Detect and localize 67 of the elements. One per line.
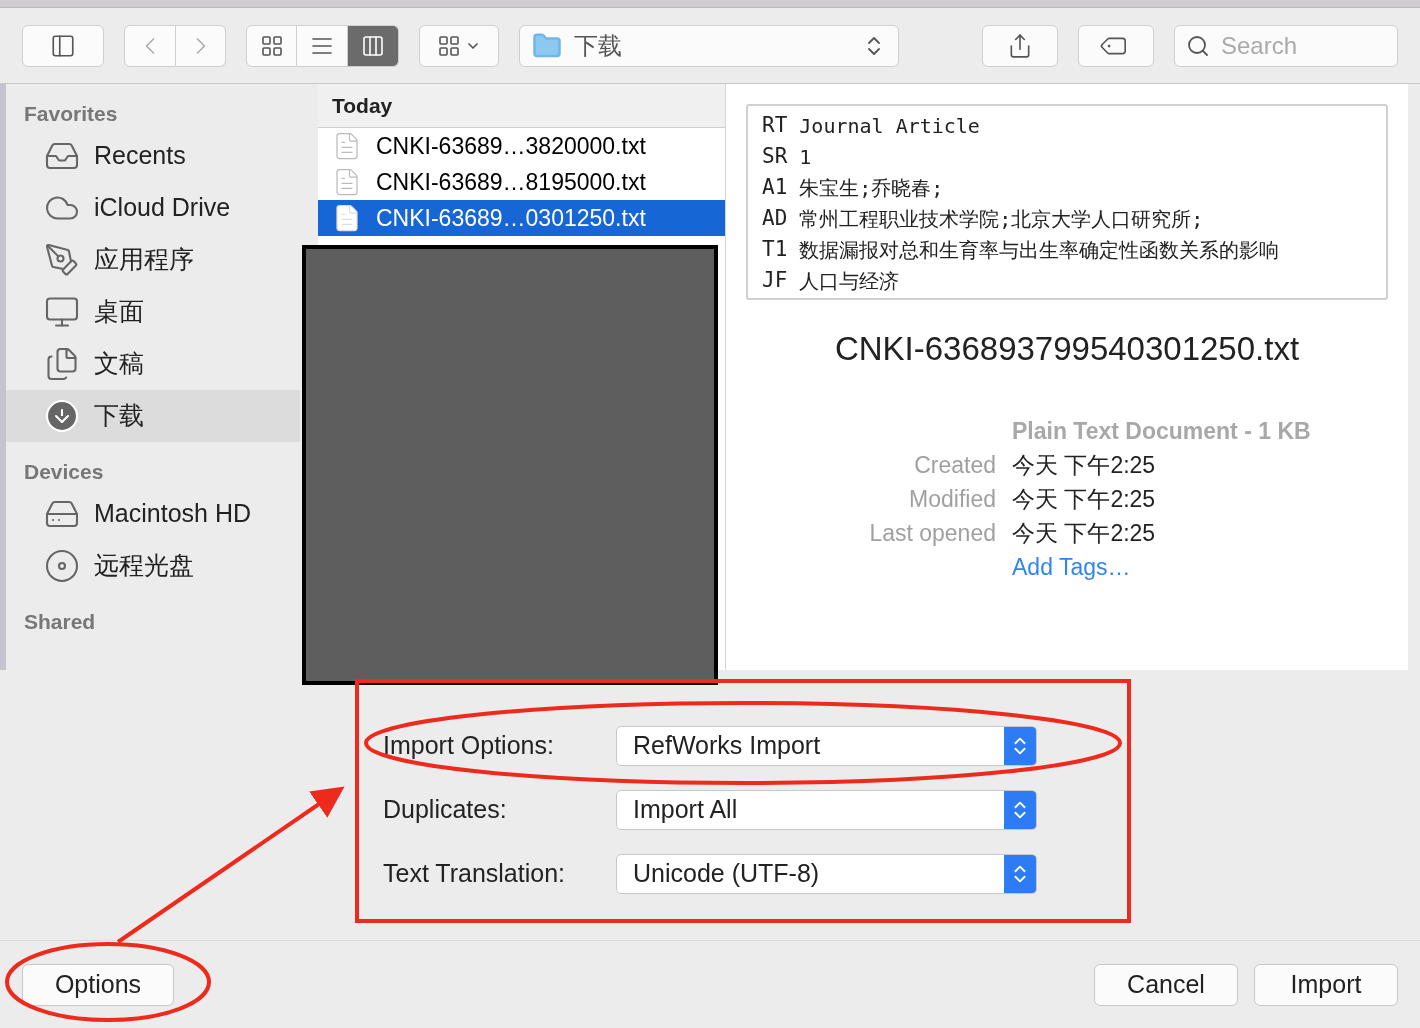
sidebar-item[interactable]: 文稿 xyxy=(6,338,300,390)
sidebar-toggle-button[interactable] xyxy=(22,24,104,67)
file-row[interactable]: CNKI-63689…0301250.txt xyxy=(318,200,725,236)
field-value: 数据漏报对总和生育率与出生率确定性函数关系的影响 xyxy=(799,236,1280,264)
documents-icon xyxy=(44,346,80,382)
view-mode-button[interactable] xyxy=(297,24,348,67)
field-value: 1 xyxy=(799,143,812,171)
options-button[interactable]: Options xyxy=(22,963,174,1006)
field-value: Journal Article xyxy=(799,112,980,140)
field-tag: JF xyxy=(762,264,788,297)
option-popup[interactable]: Import All xyxy=(616,790,1037,830)
option-label: Duplicates: xyxy=(383,794,508,826)
search-icon xyxy=(1186,33,1210,58)
view-mode-button[interactable] xyxy=(246,24,297,67)
info-value: 今天 下午2:25 xyxy=(1012,484,1156,514)
sidebar-item[interactable]: 下载 xyxy=(6,390,300,442)
import-button[interactable]: Import xyxy=(1254,963,1398,1006)
arrange-button[interactable] xyxy=(419,24,499,67)
sidebar-item[interactable]: Recents xyxy=(6,130,300,182)
cancel-button[interactable]: Cancel xyxy=(1094,963,1238,1006)
download-icon xyxy=(44,398,80,434)
info-value: 今天 下午2:25 xyxy=(1012,518,1156,548)
option-popup[interactable]: RefWorks Import xyxy=(616,726,1037,766)
sidebar-item[interactable]: 远程光盘 xyxy=(6,540,300,592)
field-tag: A1 xyxy=(762,171,788,204)
info-value: 今天 下午2:25 xyxy=(1012,450,1156,480)
sidebar-item[interactable]: Macintosh HD xyxy=(6,488,300,540)
sidebar-item[interactable]: 桌面 xyxy=(6,286,300,338)
file-kind-size: Plain Text Document - 1 KB xyxy=(1012,416,1311,446)
monitor-icon xyxy=(44,294,80,330)
location-popup[interactable]: 下载 xyxy=(519,24,899,67)
option-label: Import Options: xyxy=(383,730,555,762)
info-label: Created xyxy=(914,450,996,480)
option-popup[interactable]: Unicode (UTF-8) xyxy=(616,854,1037,894)
pen-icon xyxy=(44,242,80,278)
field-tag: AD xyxy=(762,202,788,235)
tag-button[interactable] xyxy=(1078,24,1154,67)
stepper-icon xyxy=(1004,791,1036,829)
option-label: Text Translation: xyxy=(383,858,567,890)
add-tags-link[interactable]: Add Tags… xyxy=(1012,549,1131,584)
sidebar-item[interactable]: iCloud Drive xyxy=(6,182,300,234)
grid-icon xyxy=(437,33,461,58)
field-tag: T1 xyxy=(762,233,788,266)
sidebar-item[interactable]: 应用程序 xyxy=(6,234,300,286)
column-view-icon xyxy=(361,33,385,58)
disc-icon xyxy=(44,548,80,584)
stepper-icon xyxy=(1004,855,1036,893)
view-mode-button[interactable] xyxy=(348,24,399,67)
field-tag: SR xyxy=(762,140,788,173)
info-label: Modified xyxy=(909,484,996,514)
field-value: 常州工程职业技术学院;北京大学人口研究所; xyxy=(799,205,1204,233)
field-tag: RT xyxy=(762,109,788,142)
sidebar-section-title: Shared xyxy=(23,609,97,635)
field-value: 朱宝生;乔晓春; xyxy=(799,174,944,202)
stepper-icon xyxy=(1004,727,1036,765)
field-value: 人口与经济 xyxy=(799,267,900,295)
file-row[interactable]: CNKI-63689…3820000.txt xyxy=(318,128,725,164)
grid-view-icon xyxy=(259,33,284,58)
sidebar-section-title: Devices xyxy=(23,459,105,485)
file-name: CNKI-636893799540301250.txt xyxy=(834,329,1300,369)
sidebar-section-title: Favorites xyxy=(23,101,119,127)
search-field[interactable]: Search xyxy=(1174,24,1398,67)
column-header: Today xyxy=(318,84,725,128)
info-label: Last opened xyxy=(869,518,996,548)
sidebar-icon xyxy=(50,32,76,59)
file-row[interactable]: CNKI-63689…8195000.txt xyxy=(318,164,725,200)
share-button[interactable] xyxy=(982,24,1058,67)
